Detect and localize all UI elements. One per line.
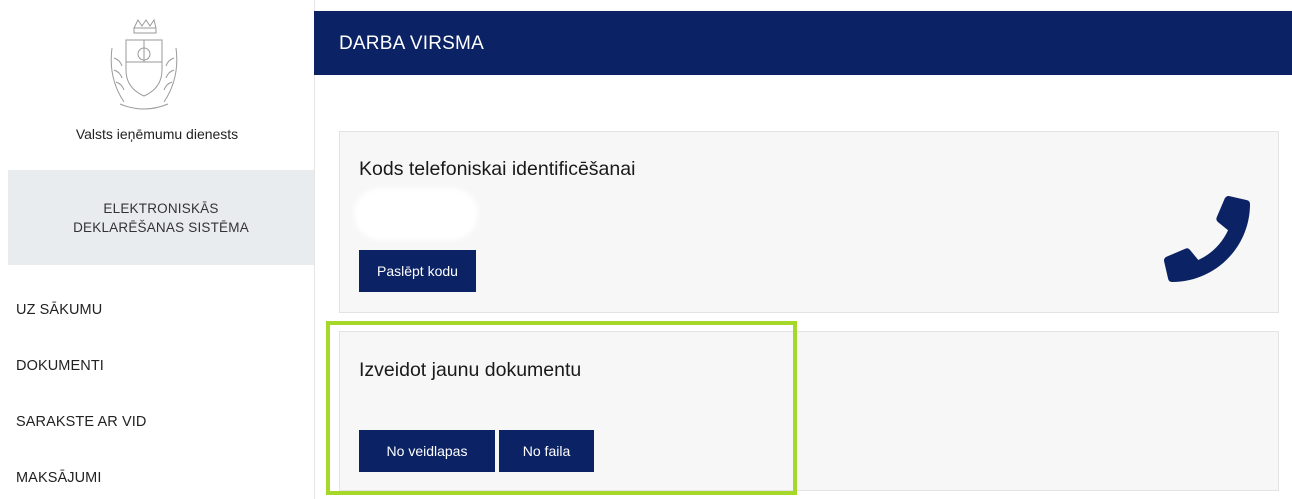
nav-item-home[interactable]: UZ SĀKUMU xyxy=(16,302,102,318)
nav-item-payments[interactable]: MAKSĀJUMI xyxy=(16,470,102,486)
page-header: DARBA VIRSMA xyxy=(314,11,1292,75)
nav-item-documents[interactable]: DOKUMENTI xyxy=(16,358,104,374)
nav-item-correspondence[interactable]: SARAKSTE AR VID xyxy=(16,414,146,430)
hide-code-button[interactable]: Paslēpt kodu xyxy=(359,250,476,292)
phone-id-card: Kods telefoniskai identificēšanai Paslēp… xyxy=(339,131,1279,313)
system-name-line2: DEKLARĒŠANAS SISTĒMA xyxy=(73,219,249,235)
hidden-code-area xyxy=(354,188,478,240)
phone-id-title: Kods telefoniskai identificēšanai xyxy=(359,158,636,180)
from-template-button[interactable]: No veidlapas xyxy=(359,430,495,472)
new-document-card: Izveidot jaunu dokumentu No veidlapas No… xyxy=(339,331,1279,491)
from-file-button[interactable]: No faila xyxy=(499,430,594,472)
page-title: DARBA VIRSMA xyxy=(339,33,484,54)
phone-icon xyxy=(1164,196,1250,282)
coat-of-arms-logo xyxy=(110,18,178,110)
org-name: Valsts ieņēmumu dienests xyxy=(75,126,239,142)
system-name-block: ELEKTRONISKĀS DEKLARĒŠANAS SISTĒMA xyxy=(8,170,314,265)
sidebar: Valsts ieņēmumu dienests ELEKTRONISKĀS D… xyxy=(0,0,315,499)
new-document-title: Izveidot jaunu dokumentu xyxy=(359,359,582,381)
system-name-line1: ELEKTRONISKĀS xyxy=(103,200,219,216)
